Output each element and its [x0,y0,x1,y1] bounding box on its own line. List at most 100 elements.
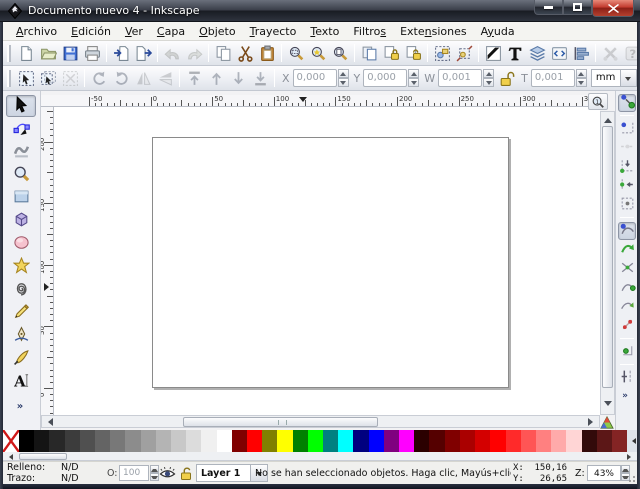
flip-vertical-button[interactable] [154,67,176,89]
color-swatch-38[interactable] [597,430,612,452]
snap-bbox-button[interactable] [618,120,636,138]
close-button[interactable] [592,0,634,17]
menu-trayecto[interactable]: Trayecto [243,23,304,40]
rectangle-tool-button[interactable] [6,187,36,209]
horizontal-scrollbar[interactable] [41,415,600,428]
color-swatch-11[interactable] [186,430,201,452]
group-button[interactable] [431,42,453,64]
layers-dialog-button[interactable] [526,42,548,64]
toolbox-overflow-chevron[interactable]: » [3,401,37,412]
menu-filtros[interactable]: Filtros [346,23,393,40]
maximize-button[interactable] [563,0,592,15]
select-all-layers-button[interactable] [37,67,59,89]
menu-texto[interactable]: Texto [303,23,346,40]
color-swatch-14[interactable] [232,430,247,452]
color-swatch-10[interactable] [171,430,186,452]
spin-down-icon[interactable] [408,78,419,87]
spin-up-icon[interactable] [576,69,587,78]
color-swatch-3[interactable] [65,430,80,452]
calligraphy-tool-button[interactable] [6,348,36,370]
snap-object-center-button[interactable] [618,343,636,361]
color-swatch-31[interactable] [490,430,505,452]
star-tool-button[interactable] [6,256,36,278]
zoom-tool-button[interactable] [6,164,36,186]
palette-scroll-left-button[interactable] [5,453,14,460]
layer-lock-toggle[interactable] [178,465,195,482]
zoom-drawing-button[interactable] [307,42,329,64]
color-swatch-6[interactable] [110,430,125,452]
open-document-button[interactable] [37,42,59,64]
color-swatch-27[interactable] [429,430,444,452]
spin-down-icon[interactable] [576,78,587,87]
scroll-down-icon[interactable] [604,401,612,410]
color-swatch-0[interactable] [19,430,34,452]
deselect-button[interactable] [59,67,81,89]
x-field-input[interactable]: 0,000 [293,69,337,87]
fill-stroke-indicator[interactable]: Relleno:N/D Trazo:N/D [7,463,91,484]
menu-objeto[interactable]: Objeto [192,23,243,40]
export-bitmap-button[interactable] [132,42,154,64]
tweak-tool-button[interactable] [6,141,36,163]
pencil-tool-button[interactable] [6,302,36,324]
color-swatch-13[interactable] [217,430,232,452]
color-swatch-2[interactable] [49,430,64,452]
vertical-ruler[interactable]: 200150100500 [41,107,54,415]
box3d-tool-button[interactable] [6,210,36,232]
xml-editor-button[interactable] [548,42,570,64]
selector-tool-button[interactable] [6,95,36,117]
ungroup-button[interactable] [453,42,475,64]
snapbar-overflow-chevron[interactable]: » [616,391,634,401]
color-swatch-30[interactable] [475,430,490,452]
color-swatch-34[interactable] [536,430,551,452]
copy-button[interactable] [212,42,234,64]
w-field-input[interactable]: 0,001 [438,69,482,87]
ellipse-tool-button[interactable] [6,233,36,255]
canvas[interactable] [54,107,600,415]
layer-visibility-toggle[interactable] [159,465,176,482]
snap-intersection-button[interactable] [618,260,636,278]
zoom-input[interactable]: 43% [587,465,621,481]
y-field-input[interactable]: 0,000 [363,69,407,87]
duplicate-button[interactable] [358,42,380,64]
document-properties-button[interactable] [599,42,621,64]
palette-overflow-button[interactable] [627,430,637,452]
t-field-input[interactable]: 0,001 [531,69,575,87]
w-field-spinner[interactable] [483,69,494,87]
y-field-spinner[interactable] [408,69,419,87]
cut-button[interactable] [234,42,256,64]
spin-down-icon[interactable] [338,78,349,87]
titlebar[interactable]: Documento nuevo 4 - Inkscape [0,0,640,22]
spiral-tool-button[interactable] [6,279,36,301]
align-dialog-button[interactable] [570,42,592,64]
menu-capa[interactable]: Capa [150,23,192,40]
color-swatch-24[interactable] [384,430,399,452]
snap-page-border-button[interactable] [618,369,636,387]
opacity-down-icon[interactable] [150,473,159,481]
zoom-page-button[interactable] [329,42,351,64]
scroll-up-icon[interactable] [604,114,612,123]
menu-archivo[interactable]: Archivo [9,23,64,40]
lower-button[interactable] [227,67,249,89]
menu-ayuda[interactable]: Ayuda [474,23,522,40]
menu-edición[interactable]: Edición [64,23,118,40]
new-document-button[interactable] [15,42,37,64]
snap-bbox-center-button[interactable] [618,196,636,214]
snap-midpoint-button[interactable] [618,317,636,335]
snap-bbox-corner-button[interactable] [618,158,636,176]
unlink-clone-button[interactable] [402,42,424,64]
color-swatch-37[interactable] [582,430,597,452]
snap-smooth-node-button[interactable] [618,298,636,316]
unit-dropdown-icon[interactable] [621,69,637,87]
color-swatch-29[interactable] [460,430,475,452]
raise-button[interactable] [205,67,227,89]
rotate-ccw-button[interactable] [88,67,110,89]
rotate-cw-button[interactable] [110,67,132,89]
lock-ratio-button[interactable] [495,67,517,89]
color-swatch-23[interactable] [369,430,384,452]
color-swatch-36[interactable] [566,430,581,452]
vertical-scrollbar-thumb[interactable] [602,126,613,388]
vertical-scrollbar[interactable] [600,111,615,415]
color-swatch-7[interactable] [125,430,140,452]
color-swatch-39[interactable] [612,430,627,452]
color-swatch-1[interactable] [34,430,49,452]
